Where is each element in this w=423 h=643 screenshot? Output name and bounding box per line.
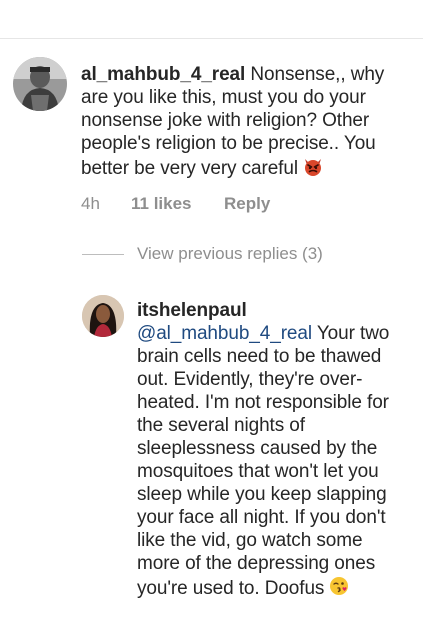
replier-username[interactable]: itshelenpaul (137, 300, 247, 321)
comment-body: al_mahbub_4_real Nonsense,, why are you … (81, 63, 411, 183)
replies-divider-line (82, 254, 124, 255)
reply-item: itshelenpaul @al_mahbub_4_real Your two … (0, 280, 423, 643)
replier-avatar[interactable] (82, 295, 124, 337)
reply-mention-link[interactable]: @al_mahbub_4_real (137, 323, 312, 344)
commenter-username[interactable]: al_mahbub_4_real (81, 64, 245, 85)
angry-devil-emoji-icon (302, 155, 324, 183)
comment-likes[interactable]: 11 likes (131, 194, 192, 214)
kissing-face-emoji-icon (328, 575, 350, 603)
comment-item: al_mahbub_4_real Nonsense,, why are you … (0, 0, 423, 240)
view-previous-replies-button[interactable]: View previous replies (3) (82, 244, 382, 266)
comment-time: 4h (81, 194, 100, 213)
reply-body: itshelenpaul @al_mahbub_4_real Your two … (137, 299, 402, 603)
reply-button[interactable]: Reply (224, 194, 270, 214)
comment-meta: 4h 11 likes Reply (81, 194, 401, 216)
commenter-avatar[interactable] (13, 57, 67, 111)
view-previous-replies-label: View previous replies (3) (137, 244, 323, 263)
reply-text: Your two brain cells need to be thawed o… (137, 323, 390, 599)
